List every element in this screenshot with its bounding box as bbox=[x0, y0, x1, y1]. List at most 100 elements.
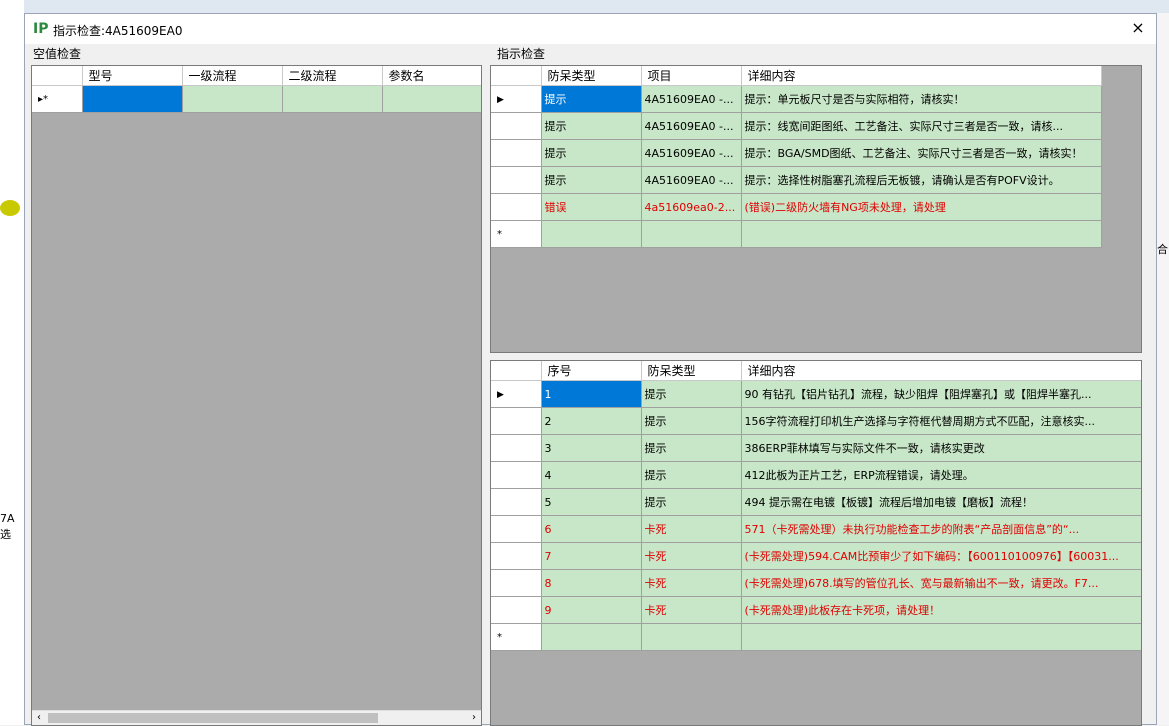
row-header[interactable]: ▶ bbox=[491, 380, 542, 408]
grid-cell[interactable] bbox=[541, 220, 642, 248]
number-cell[interactable]: 9 bbox=[541, 596, 642, 624]
table-row[interactable]: 7 卡死 (卡死需处理)594.CAM比预审少了如下编码：【600110100976… bbox=[491, 542, 1141, 570]
item-cell[interactable]: 4A51609EA0 -... bbox=[641, 166, 742, 194]
table-row[interactable]: ▶ 提示 4A51609EA0 -... 提示：单元板尺寸是否与实际相符，请核实！ bbox=[491, 85, 1102, 113]
grid-cell[interactable] bbox=[282, 85, 383, 113]
table-row[interactable]: 提示 4A51609EA0 -... 提示：选择性树脂塞孔流程后无板镀，请确认是否有… bbox=[491, 166, 1102, 194]
type-cell[interactable]: 错误 bbox=[541, 193, 642, 221]
empty-check-grid[interactable]: 型号 一级流程 二级流程 参数名 ▸* ‹ › bbox=[31, 65, 482, 726]
type-cell[interactable]: 提示 bbox=[541, 139, 642, 167]
type-cell[interactable]: 提示 bbox=[641, 461, 742, 489]
grid-cell[interactable] bbox=[741, 623, 1141, 651]
detail-cell[interactable]: 494 提示需在电镀【板镀】流程后增加电镀【磨板】流程！ bbox=[741, 488, 1141, 516]
grid-cell[interactable] bbox=[641, 220, 742, 248]
grid-cell[interactable] bbox=[182, 85, 283, 113]
column-header[interactable]: 参数名 bbox=[382, 66, 481, 86]
table-row[interactable]: 提示 4A51609EA0 -... 提示：线宽间距图纸、工艺备注、实际尺寸三者是否… bbox=[491, 112, 1102, 140]
row-header[interactable] bbox=[491, 542, 542, 570]
column-header[interactable]: 二级流程 bbox=[282, 66, 383, 86]
row-header[interactable] bbox=[491, 434, 542, 462]
row-header[interactable] bbox=[491, 569, 542, 597]
type-cell[interactable]: 提示 bbox=[641, 488, 742, 516]
table-row[interactable]: ▶ 1 提示 90 有钻孔【铝片钻孔】流程，缺少阻焊【阻焊塞孔】或【阻焊半塞孔... bbox=[491, 380, 1141, 408]
table-row[interactable]: 2 提示 156字符流程打印机生产选择与字符框代替周期方式不匹配，注意核实... bbox=[491, 407, 1141, 435]
detail-cell[interactable]: 90 有钻孔【铝片钻孔】流程，缺少阻焊【阻焊塞孔】或【阻焊半塞孔... bbox=[741, 380, 1141, 408]
type-cell[interactable]: 提示 bbox=[641, 434, 742, 462]
number-cell[interactable]: 2 bbox=[541, 407, 642, 435]
detail-cell[interactable]: (错误)二级防火墙有NG项未处理，请处理 bbox=[741, 193, 1102, 221]
type-cell[interactable]: 提示 bbox=[541, 85, 642, 113]
table-row[interactable]: 6 卡死 571（卡死需处理）未执行功能检查工步的附表“产品剖面信息”的“... bbox=[491, 515, 1141, 543]
number-cell[interactable]: 8 bbox=[541, 569, 642, 597]
row-header[interactable] bbox=[491, 407, 542, 435]
scroll-left-icon[interactable]: ‹ bbox=[32, 711, 46, 725]
row-header[interactable] bbox=[491, 166, 542, 194]
item-cell[interactable]: 4A51609EA0 -... bbox=[641, 85, 742, 113]
number-cell[interactable]: 1 bbox=[541, 380, 642, 408]
type-cell[interactable]: 卡死 bbox=[641, 542, 742, 570]
table-row[interactable]: 8 卡死 (卡死需处理)678.填写的管位孔长、宽与最新输出不一致，请更改。F7..… bbox=[491, 569, 1141, 597]
table-row[interactable]: 5 提示 494 提示需在电镀【板镀】流程后增加电镀【磨板】流程！ bbox=[491, 488, 1141, 516]
detail-cell[interactable]: (卡死需处理)678.填写的管位孔长、宽与最新输出不一致，请更改。F7... bbox=[741, 569, 1141, 597]
row-header[interactable] bbox=[491, 461, 542, 489]
number-cell[interactable]: 5 bbox=[541, 488, 642, 516]
item-cell[interactable]: 4A51609EA0 -... bbox=[641, 139, 742, 167]
row-header[interactable] bbox=[491, 112, 542, 140]
detail-cell[interactable]: 提示：选择性树脂塞孔流程后无板镀，请确认是否有POFV设计。 bbox=[741, 166, 1102, 194]
grid-cell[interactable] bbox=[382, 85, 481, 113]
detail-cell[interactable]: 156字符流程打印机生产选择与字符框代替周期方式不匹配，注意核实... bbox=[741, 407, 1141, 435]
row-header[interactable] bbox=[491, 596, 542, 624]
row-header[interactable] bbox=[491, 515, 542, 543]
column-header[interactable]: 防呆类型 bbox=[641, 361, 742, 381]
number-cell[interactable]: 7 bbox=[541, 542, 642, 570]
column-header[interactable]: 型号 bbox=[82, 66, 183, 86]
table-row[interactable]: 提示 4A51609EA0 -... 提示：BGA/SMD图纸、工艺备注、实际尺寸三… bbox=[491, 139, 1102, 167]
number-cell[interactable]: 3 bbox=[541, 434, 642, 462]
table-row[interactable]: 错误 4a51609ea0-2... (错误)二级防火墙有NG项未处理，请处理 bbox=[491, 193, 1102, 221]
detail-cell[interactable]: (卡死需处理)此板存在卡死项，请处理！ bbox=[741, 596, 1141, 624]
detail-check-grid[interactable]: 序号 防呆类型 详细内容 ▶ 1 提示 90 有钻孔【铝片钻孔】流程，缺少阻焊【阻焊塞… bbox=[490, 360, 1142, 726]
column-header[interactable]: 序号 bbox=[541, 361, 642, 381]
type-cell[interactable]: 提示 bbox=[641, 380, 742, 408]
item-cell[interactable]: 4a51609ea0-2... bbox=[641, 193, 742, 221]
row-header[interactable] bbox=[491, 193, 542, 221]
detail-cell[interactable]: 412此板为正片工艺，ERP流程错误，请处理。 bbox=[741, 461, 1141, 489]
number-cell[interactable]: 4 bbox=[541, 461, 642, 489]
number-cell[interactable]: 6 bbox=[541, 515, 642, 543]
type-cell[interactable]: 卡死 bbox=[641, 515, 742, 543]
row-header[interactable] bbox=[491, 139, 542, 167]
column-header[interactable]: 详细内容 bbox=[741, 361, 1141, 381]
table-row[interactable]: 9 卡死 (卡死需处理)此板存在卡死项，请处理！ bbox=[491, 596, 1141, 624]
type-cell[interactable]: 提示 bbox=[541, 166, 642, 194]
scroll-right-icon[interactable]: › bbox=[467, 711, 481, 725]
grid-cell[interactable] bbox=[541, 623, 642, 651]
new-row[interactable]: * bbox=[491, 220, 1102, 248]
item-cell[interactable]: 4A51609EA0 -... bbox=[641, 112, 742, 140]
detail-cell[interactable]: 提示：线宽间距图纸、工艺备注、实际尺寸三者是否一致，请核... bbox=[741, 112, 1102, 140]
type-cell[interactable]: 卡死 bbox=[641, 596, 742, 624]
column-header[interactable]: 防呆类型 bbox=[541, 66, 642, 86]
detail-cell[interactable]: 提示：BGA/SMD图纸、工艺备注、实际尺寸三者是否一致，请核实！ bbox=[741, 139, 1102, 167]
new-row[interactable]: ▸* bbox=[32, 85, 481, 113]
type-cell[interactable]: 提示 bbox=[641, 407, 742, 435]
detail-cell[interactable]: 386ERP菲林填写与实际文件不一致，请核实更改 bbox=[741, 434, 1141, 462]
type-cell[interactable]: 提示 bbox=[541, 112, 642, 140]
new-row[interactable]: * bbox=[491, 623, 1141, 651]
instruction-check-grid[interactable]: 防呆类型 项目 详细内容 ▶ 提示 4A51609EA0 -... 提示：单元板尺寸是… bbox=[490, 65, 1142, 353]
detail-cell[interactable]: 提示：单元板尺寸是否与实际相符，请核实！ bbox=[741, 85, 1102, 113]
scroll-thumb[interactable] bbox=[48, 713, 378, 723]
table-row[interactable]: 4 提示 412此板为正片工艺，ERP流程错误，请处理。 bbox=[491, 461, 1141, 489]
close-button[interactable]: × bbox=[1128, 18, 1148, 38]
table-row[interactable]: 3 提示 386ERP菲林填写与实际文件不一致，请核实更改 bbox=[491, 434, 1141, 462]
row-header[interactable]: ▶ bbox=[491, 85, 542, 113]
column-header[interactable]: 一级流程 bbox=[182, 66, 283, 86]
horizontal-scrollbar[interactable]: ‹ › bbox=[32, 710, 481, 725]
grid-cell[interactable] bbox=[641, 623, 742, 651]
grid-cell[interactable] bbox=[82, 85, 183, 113]
grid-cell[interactable] bbox=[741, 220, 1102, 248]
detail-cell[interactable]: (卡死需处理)594.CAM比预审少了如下编码：【600110100976】【6… bbox=[741, 542, 1141, 570]
type-cell[interactable]: 卡死 bbox=[641, 569, 742, 597]
row-header[interactable] bbox=[491, 488, 542, 516]
column-header[interactable]: 详细内容 bbox=[741, 66, 1102, 86]
column-header[interactable]: 项目 bbox=[641, 66, 742, 86]
